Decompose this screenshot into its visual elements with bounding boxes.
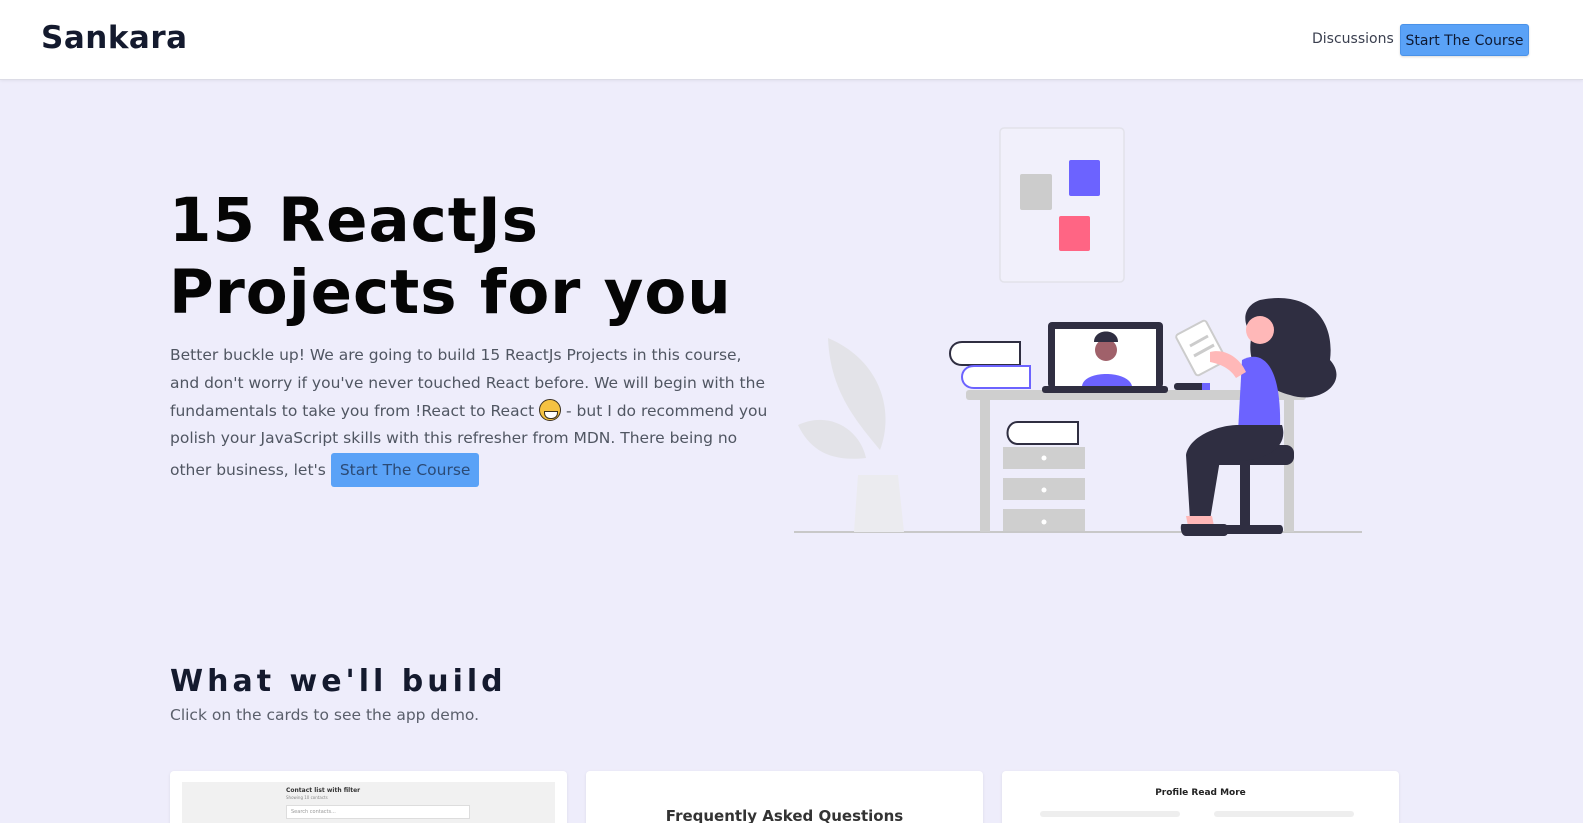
nav-link-discussions[interactable]: Discussions <box>1312 31 1394 47</box>
video-person-head <box>1095 339 1117 361</box>
desk-leg-left <box>980 400 990 532</box>
thumb-profile-row-right <box>1214 811 1354 817</box>
hero-illustration <box>794 127 1362 536</box>
woman-legs <box>1186 425 1284 520</box>
thumb-profile-row-left <box>1040 811 1180 817</box>
frame-square-gray <box>1020 174 1052 210</box>
plant-leaf-2 <box>798 419 866 459</box>
thumb-title: Frequently Asked Questions <box>665 807 904 823</box>
navbar: Sankara Discussions Start The Course <box>0 0 1583 80</box>
wall-frame <box>999 127 1125 283</box>
laptop-base <box>1042 386 1168 393</box>
section-title: What we'll build <box>170 664 507 699</box>
thumb-search-input: Search contacts... <box>286 805 470 819</box>
paper <box>1175 319 1227 377</box>
hero-title: 15 ReactJs Projects for you <box>169 185 732 328</box>
thumb-title: Profile Read More <box>1155 788 1246 798</box>
project-card-faq[interactable]: Frequently Asked Questions <box>586 771 983 823</box>
thumb-title: Contact list with filter <box>286 787 361 794</box>
hero-description: Better buckle up! We are going to build … <box>170 342 770 488</box>
thumb-subtitle: Showing 10 contacts <box>286 795 328 800</box>
woman-shoe <box>1180 524 1229 536</box>
brand-logo[interactable]: Sankara <box>41 20 188 56</box>
desk-leg-right <box>1284 400 1294 532</box>
grinning-face-icon <box>539 398 562 421</box>
woman-face <box>1246 316 1274 344</box>
project-card-profile[interactable]: Profile Read More <box>1002 771 1399 823</box>
inline-start-course-button[interactable]: Start The Course <box>330 453 480 488</box>
card-thumbnail: Contact list with filter Showing 10 cont… <box>182 782 555 823</box>
section-subtitle: Click on the cards to see the app demo. <box>170 706 480 724</box>
start-course-button[interactable]: Start The Course <box>1400 24 1529 56</box>
book-top <box>949 341 1021 366</box>
frame-square-pink <box>1059 216 1090 251</box>
plant-pot <box>854 475 904 532</box>
frame-square-purple <box>1069 160 1100 196</box>
project-card-contact-list[interactable]: Contact list with filter Showing 10 cont… <box>170 771 567 823</box>
book-bottom <box>961 365 1031 389</box>
book-drawer <box>1006 421 1079 445</box>
